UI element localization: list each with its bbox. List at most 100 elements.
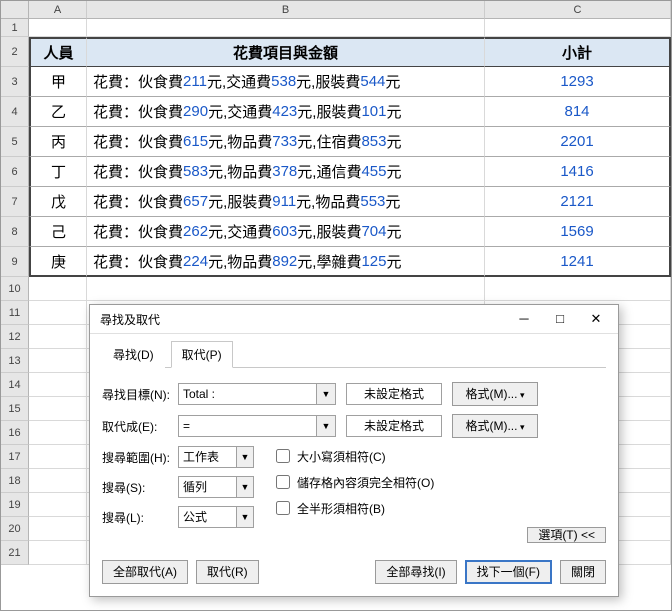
cell-C6[interactable]: 1416 [485,157,671,187]
replace-all-button[interactable]: 全部取代(A) [102,560,188,584]
close-button[interactable]: 關閉 [560,560,606,584]
row-header-2[interactable]: 2 [1,37,29,67]
select-all-corner[interactable] [1,1,29,19]
cell-C5[interactable]: 2201 [485,127,671,157]
column-header-B[interactable]: B [87,1,485,19]
row-header-21[interactable]: 21 [1,541,29,565]
close-window-button[interactable]: ✕ [578,308,614,330]
row-header-19[interactable]: 19 [1,493,29,517]
replace-with-input[interactable] [178,415,336,437]
find-format-button[interactable]: 格式(M)... [452,382,538,406]
find-next-button[interactable]: 找下一個(F) [465,560,552,584]
cell-A3[interactable]: 甲 [29,67,87,97]
match-entire-checkbox[interactable]: 儲存格內容須完全相符(O) [272,472,606,492]
cell-C2[interactable]: 小計 [485,37,671,67]
match-width-checkbox[interactable]: 全半形須相符(B) [272,498,606,518]
replace-with-label: 取代成(E): [102,418,178,435]
row-header-8[interactable]: 8 [1,217,29,247]
replace-history-dropdown[interactable]: ▼ [316,416,335,436]
row-header-3[interactable]: 3 [1,67,29,97]
cell-C4[interactable]: 814 [485,97,671,127]
cell-C9[interactable]: 1241 [485,247,671,277]
row-header-13[interactable]: 13 [1,349,29,373]
cell-B1[interactable] [87,19,485,37]
row-header-4[interactable]: 4 [1,97,29,127]
cell-A13[interactable] [29,349,87,373]
cell-C10[interactable] [485,277,671,301]
maximize-button[interactable]: □ [542,308,578,330]
cell-A7[interactable]: 戊 [29,187,87,217]
dialog-title: 尋找及取代 [100,311,506,328]
find-format-preview: 未設定格式 [346,383,442,405]
cell-B3[interactable]: 花費：伙食費211元, 交通費538元, 服裝費544元 [87,67,485,97]
cell-B2[interactable]: 花費項目與金額 [87,37,485,67]
cell-A19[interactable] [29,493,87,517]
cell-C8[interactable]: 1569 [485,217,671,247]
cell-A2[interactable]: 人員 [29,37,87,67]
search-select[interactable]: 循列 [178,476,254,498]
tab-find[interactable]: 尋找(D) [102,341,165,368]
search-label: 搜尋(S): [102,479,178,496]
row-header-7[interactable]: 7 [1,187,29,217]
match-case-checkbox[interactable]: 大小寫須相符(C) [272,446,606,466]
within-label: 搜尋範圍(H): [102,449,178,466]
cell-A9[interactable]: 庚 [29,247,87,277]
row-header-1[interactable]: 1 [1,19,29,37]
cell-A5[interactable]: 丙 [29,127,87,157]
row-header-9[interactable]: 9 [1,247,29,277]
cell-B8[interactable]: 花費：伙食費262元, 交通費603元, 服裝費704元 [87,217,485,247]
dialog-titlebar[interactable]: 尋找及取代 ─ □ ✕ [90,305,618,334]
cell-B9[interactable]: 花費：伙食費224元, 物品費892元, 學雜費125元 [87,247,485,277]
cell-A6[interactable]: 丁 [29,157,87,187]
row-header-14[interactable]: 14 [1,373,29,397]
cell-B6[interactable]: 花費：伙食費583元, 物品費378元, 通信費455元 [87,157,485,187]
row-header-10[interactable]: 10 [1,277,29,301]
find-history-dropdown[interactable]: ▼ [316,384,335,404]
cell-C7[interactable]: 2121 [485,187,671,217]
find-all-button[interactable]: 全部尋找(I) [375,560,456,584]
row-header-17[interactable]: 17 [1,445,29,469]
minimize-button[interactable]: ─ [506,308,542,330]
cell-A4[interactable]: 乙 [29,97,87,127]
lookin-label: 搜尋(L): [102,509,178,526]
cell-A11[interactable] [29,301,87,325]
find-what-input[interactable] [178,383,336,405]
cell-C1[interactable] [485,19,671,37]
replace-button[interactable]: 取代(R) [196,560,259,584]
cell-A20[interactable] [29,517,87,541]
replace-format-button[interactable]: 格式(M)... [452,414,538,438]
cell-A17[interactable] [29,445,87,469]
cell-B7[interactable]: 花費：伙食費657元, 服裝費911元, 物品費553元 [87,187,485,217]
cell-A15[interactable] [29,397,87,421]
tab-replace[interactable]: 取代(P) [171,341,233,368]
column-header-C[interactable]: C [485,1,671,19]
cell-A16[interactable] [29,421,87,445]
cell-A8[interactable]: 己 [29,217,87,247]
find-replace-dialog: 尋找及取代 ─ □ ✕ 尋找(D) 取代(P) 尋找目標(N): ▼ 未設定格式… [89,304,619,597]
row-header-11[interactable]: 11 [1,301,29,325]
cell-C3[interactable]: 1293 [485,67,671,97]
cell-A10[interactable] [29,277,87,301]
row-header-12[interactable]: 12 [1,325,29,349]
cell-A14[interactable] [29,373,87,397]
options-button[interactable]: 選項(T) << [527,527,606,543]
cell-A21[interactable] [29,541,87,565]
dialog-tabs: 尋找(D) 取代(P) [102,340,606,368]
lookin-select[interactable]: 公式 [178,506,254,528]
row-headers: 123456789101112131415161718192021 [1,19,29,565]
cell-A12[interactable] [29,325,87,349]
cell-A18[interactable] [29,469,87,493]
row-header-5[interactable]: 5 [1,127,29,157]
cell-B5[interactable]: 花費：伙食費615元, 物品費733元, 住宿費853元 [87,127,485,157]
column-headers: ABC [29,1,671,19]
row-header-16[interactable]: 16 [1,421,29,445]
cell-A1[interactable] [29,19,87,37]
row-header-6[interactable]: 6 [1,157,29,187]
cell-B10[interactable] [87,277,485,301]
row-header-20[interactable]: 20 [1,517,29,541]
row-header-15[interactable]: 15 [1,397,29,421]
cell-B4[interactable]: 花費：伙食費290元, 交通費423元, 服裝費101元 [87,97,485,127]
column-header-A[interactable]: A [29,1,87,19]
row-header-18[interactable]: 18 [1,469,29,493]
within-select[interactable]: 工作表 [178,446,254,468]
